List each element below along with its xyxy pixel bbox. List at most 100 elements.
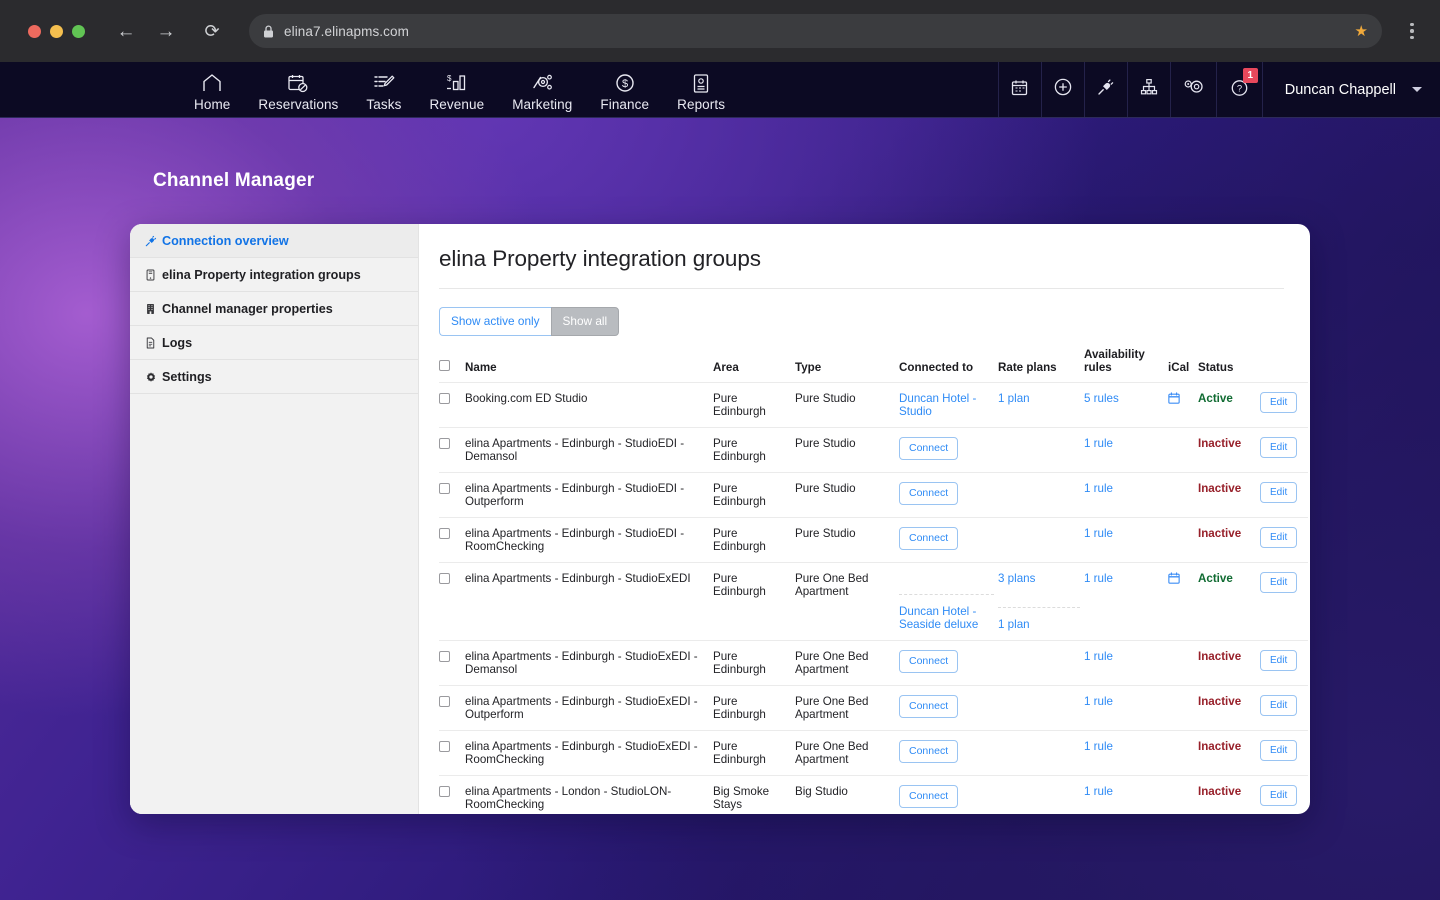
edit-button[interactable]: Edit bbox=[1260, 784, 1298, 806]
availability-rules-link[interactable]: 1 rule bbox=[1084, 785, 1113, 798]
connect-button[interactable]: Connect bbox=[899, 649, 959, 674]
help-tool[interactable]: ? 1 bbox=[1215, 62, 1262, 117]
row-checkbox[interactable] bbox=[439, 437, 450, 449]
row-checkbox[interactable] bbox=[439, 740, 450, 752]
row-checkbox[interactable] bbox=[439, 392, 450, 404]
calendar-icon[interactable] bbox=[1168, 391, 1180, 407]
nav-item-finance[interactable]: $ Finance bbox=[586, 71, 663, 117]
kebab-menu-icon[interactable] bbox=[1398, 22, 1426, 40]
row-checkbox[interactable] bbox=[439, 572, 450, 584]
star-icon[interactable]: ★ bbox=[1355, 22, 1368, 40]
back-icon[interactable]: ← bbox=[111, 16, 141, 46]
availability-rules-link[interactable]: 1 rule bbox=[1084, 572, 1113, 585]
user-menu[interactable]: Duncan Chappell bbox=[1261, 62, 1440, 117]
property-icon bbox=[144, 269, 157, 281]
row-checkbox[interactable] bbox=[439, 482, 450, 494]
availability-rules-link[interactable]: 1 rule bbox=[1084, 437, 1113, 450]
nav-label: Home bbox=[194, 97, 231, 112]
connected-to-link-secondary[interactable]: Duncan Hotel - Seaside deluxe bbox=[899, 605, 978, 631]
sidebar-item-property-integration-groups[interactable]: elina Property integration groups bbox=[130, 258, 418, 292]
select-all-checkbox[interactable] bbox=[439, 359, 450, 371]
connect-button[interactable]: Connect bbox=[899, 436, 959, 461]
close-window-button[interactable] bbox=[28, 24, 41, 38]
forward-icon[interactable]: → bbox=[151, 16, 181, 46]
edit-button[interactable]: Edit bbox=[1260, 571, 1298, 593]
status-badge: Active bbox=[1198, 571, 1233, 585]
sidebar-filler bbox=[130, 394, 418, 814]
edit-button[interactable]: Edit bbox=[1260, 391, 1298, 413]
sidebar-item-logs[interactable]: Logs bbox=[130, 326, 418, 360]
rate-plans-link[interactable]: 3 plans bbox=[998, 572, 1035, 585]
connect-button[interactable]: Connect bbox=[899, 694, 959, 719]
nav-item-reports[interactable]: Reports bbox=[663, 71, 739, 117]
row-rate-plans bbox=[998, 426, 1084, 473]
nav-label: Reservations bbox=[258, 97, 339, 112]
connect-button[interactable]: Connect bbox=[899, 481, 959, 506]
row-status: Inactive bbox=[1198, 729, 1260, 776]
row-divider bbox=[998, 606, 1080, 608]
minimize-window-button[interactable] bbox=[50, 24, 63, 38]
bar-chart-dollar-icon: $ bbox=[446, 71, 468, 95]
sidebar-item-settings[interactable]: Settings bbox=[130, 360, 418, 394]
table-row: elina Apartments - Edinburgh - StudioExE… bbox=[439, 684, 1308, 731]
show-all-button[interactable]: Show all bbox=[550, 307, 620, 336]
edit-button[interactable]: Edit bbox=[1260, 739, 1298, 761]
connect-button[interactable]: Connect bbox=[899, 784, 959, 809]
row-rate-plans bbox=[998, 639, 1084, 686]
address-bar[interactable]: elina7.elinapms.com ★ bbox=[249, 14, 1382, 48]
rate-plans-link-secondary[interactable]: 1 plan bbox=[998, 618, 1030, 631]
edit-button[interactable]: Edit bbox=[1260, 694, 1298, 716]
sitemap-icon bbox=[1140, 78, 1158, 101]
row-checkbox[interactable] bbox=[439, 695, 450, 707]
calendar-tool[interactable] bbox=[997, 62, 1041, 117]
table-row: elina Apartments - Edinburgh - StudioExE… bbox=[439, 561, 1308, 641]
connect-button[interactable]: Connect bbox=[899, 739, 959, 764]
nav-item-reservations[interactable]: Reservations bbox=[244, 71, 352, 117]
edit-button[interactable]: Edit bbox=[1260, 526, 1298, 548]
connected-to-link[interactable]: Duncan Hotel - Studio bbox=[899, 392, 976, 418]
nav-item-home[interactable]: Home bbox=[180, 71, 244, 117]
row-rate-plans bbox=[998, 684, 1084, 731]
chevron-down-icon bbox=[1412, 87, 1422, 92]
show-active-only-button[interactable]: Show active only bbox=[439, 307, 551, 336]
sidebar-item-channel-manager-properties[interactable]: Channel manager properties bbox=[130, 292, 418, 326]
availability-rules-link[interactable]: 1 rule bbox=[1084, 527, 1113, 540]
nav-item-tasks[interactable]: Tasks bbox=[352, 71, 415, 117]
row-name: elina Apartments - Edinburgh - StudioEDI… bbox=[465, 471, 713, 518]
nav-label: Finance bbox=[600, 97, 650, 112]
nav-item-revenue[interactable]: $ Revenue bbox=[415, 71, 498, 117]
table-row: elina Apartments - Edinburgh - StudioEDI… bbox=[439, 426, 1308, 473]
hierarchy-tool[interactable] bbox=[1126, 62, 1170, 117]
reload-icon[interactable]: ⟳ bbox=[197, 16, 227, 46]
row-type: Pure One Bed Apartment bbox=[795, 684, 899, 731]
table-row: Booking.com ED Studio Pure Edinburgh Pure … bbox=[439, 381, 1308, 428]
nav-item-marketing[interactable]: Marketing bbox=[498, 71, 586, 117]
rate-plans-link[interactable]: 1 plan bbox=[998, 392, 1030, 405]
row-checkbox[interactable] bbox=[439, 527, 450, 539]
integrations-tool[interactable] bbox=[1083, 62, 1127, 117]
row-connected-to: Duncan Hotel - Seaside deluxe bbox=[899, 561, 998, 641]
edit-button[interactable]: Edit bbox=[1260, 649, 1298, 671]
edit-button[interactable]: Edit bbox=[1260, 436, 1298, 458]
row-checkbox[interactable] bbox=[439, 785, 450, 797]
header-ical: iCal bbox=[1168, 360, 1190, 374]
availability-rules-link[interactable]: 1 rule bbox=[1084, 482, 1113, 495]
status-badge: Inactive bbox=[1198, 481, 1242, 495]
calendar-icon[interactable] bbox=[1168, 571, 1180, 587]
availability-rules-link[interactable]: 1 rule bbox=[1084, 740, 1113, 753]
notification-badge: 1 bbox=[1242, 68, 1258, 83]
status-badge: Active bbox=[1198, 391, 1233, 405]
row-rate-plans: 1 plan bbox=[998, 381, 1084, 428]
add-tool[interactable] bbox=[1040, 62, 1084, 117]
maximize-window-button[interactable] bbox=[72, 24, 85, 38]
availability-rules-link[interactable]: 5 rules bbox=[1084, 392, 1119, 405]
sidebar-item-connection-overview[interactable]: Connection overview bbox=[130, 224, 418, 258]
row-rate-plans: 3 plans 1 plan bbox=[998, 561, 1084, 641]
availability-rules-link[interactable]: 1 rule bbox=[1084, 650, 1113, 663]
plus-circle-icon bbox=[1054, 78, 1072, 101]
connect-button[interactable]: Connect bbox=[899, 526, 959, 551]
row-checkbox[interactable] bbox=[439, 650, 450, 662]
availability-rules-link[interactable]: 1 rule bbox=[1084, 695, 1113, 708]
edit-button[interactable]: Edit bbox=[1260, 481, 1298, 503]
settings-tool[interactable] bbox=[1169, 62, 1216, 117]
